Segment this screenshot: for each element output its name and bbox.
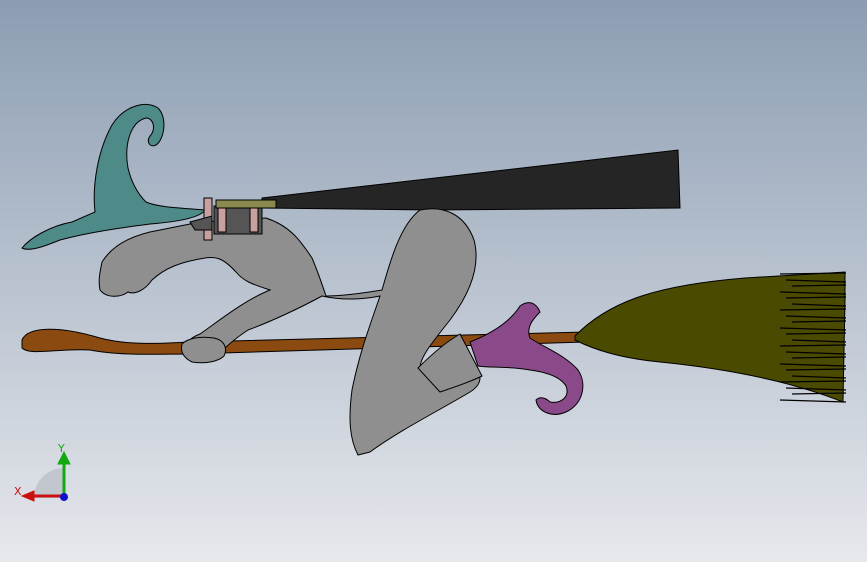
x-axis-label: X bbox=[14, 485, 22, 498]
hand-part[interactable] bbox=[181, 336, 227, 364]
coordinate-triad: Y X bbox=[14, 442, 71, 502]
model-canvas[interactable] bbox=[0, 0, 867, 562]
z-axis-dot bbox=[60, 493, 68, 501]
y-axis-label: Y bbox=[57, 442, 65, 455]
triad-plane bbox=[34, 468, 64, 498]
graphics-viewport[interactable]: Y X bbox=[0, 0, 867, 562]
x-axis-arrowhead bbox=[20, 490, 35, 502]
